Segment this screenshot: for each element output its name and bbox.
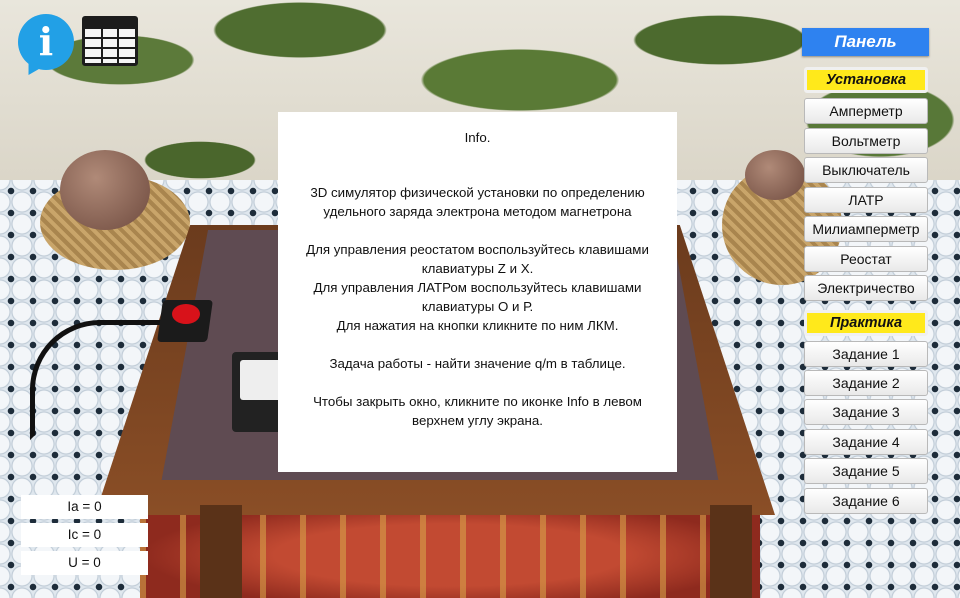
readout-voltage: U = 0 xyxy=(21,551,148,575)
table-leg-right xyxy=(710,505,752,598)
readout-coil-current: Ic = 0 xyxy=(21,523,148,547)
task-6-button[interactable]: Задание 6 xyxy=(804,488,928,514)
electricity-button[interactable]: Электричество xyxy=(804,275,928,301)
task-5-button[interactable]: Задание 5 xyxy=(804,458,928,484)
milliammeter-button[interactable]: Милиамперметр xyxy=(804,216,928,242)
info-icon[interactable]: i xyxy=(18,14,74,70)
readout-anode-current: Ia = 0 xyxy=(21,495,148,519)
panel-header[interactable]: Панель xyxy=(802,28,929,56)
plant-left xyxy=(60,150,150,230)
power-switch-button[interactable] xyxy=(172,304,200,324)
plant-right xyxy=(745,150,805,200)
section-practice-button[interactable]: Практика xyxy=(804,310,928,336)
switch-button[interactable]: Выключатель xyxy=(804,157,928,183)
voltmeter-button[interactable]: Вольтметр xyxy=(804,128,928,154)
table-leg-left xyxy=(200,505,242,598)
info-dialog: Info. 3D симулятор физической установки … xyxy=(278,112,677,472)
task-4-button[interactable]: Задание 4 xyxy=(804,429,928,455)
latr-button[interactable]: ЛАТР xyxy=(804,187,928,213)
info-dialog-title: Info. xyxy=(464,130,491,145)
rheostat-button[interactable]: Реостат xyxy=(804,246,928,272)
task-2-button[interactable]: Задание 2 xyxy=(804,370,928,396)
ammeter-button[interactable]: Амперметр xyxy=(804,98,928,124)
task-3-button[interactable]: Задание 3 xyxy=(804,399,928,425)
task-1-button[interactable]: Задание 1 xyxy=(804,341,928,367)
section-setup-button[interactable]: Установка xyxy=(804,67,928,93)
table-grid-icon[interactable] xyxy=(82,16,138,66)
info-dialog-text: 3D симулятор физической установки по опр… xyxy=(306,185,649,428)
